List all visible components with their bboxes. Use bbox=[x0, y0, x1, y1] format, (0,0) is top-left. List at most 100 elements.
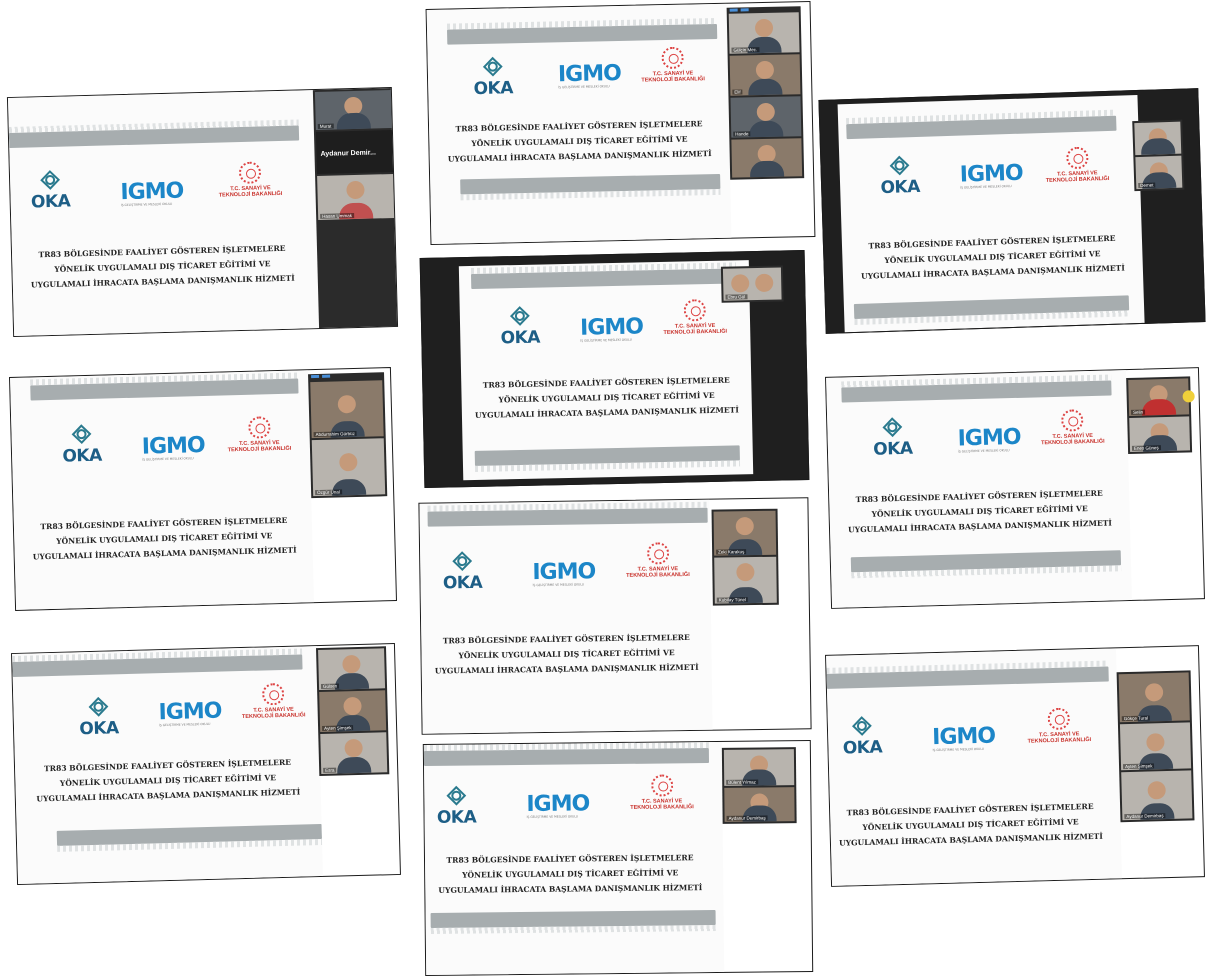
slide-top-band bbox=[841, 380, 1112, 403]
participant-video[interactable]: Ayten Şimşek bbox=[1119, 722, 1192, 771]
participant-video[interactable]: Hande bbox=[730, 96, 802, 138]
oka-emblem-icon bbox=[68, 421, 95, 448]
oka-emblem-icon bbox=[507, 303, 534, 330]
participant-video[interactable]: Ebru Gül bbox=[722, 267, 782, 301]
participant-video[interactable]: Esra bbox=[320, 732, 388, 774]
ministry-seal-icon bbox=[261, 682, 285, 706]
participant-video[interactable]: Kubilay Tünel bbox=[714, 556, 777, 604]
participant-video[interactable]: Selin bbox=[1128, 378, 1190, 416]
ministry-seal-icon bbox=[1047, 707, 1071, 731]
presentation-slide: OKA IGMO İŞ GELİŞTİRME VE MESLEKİ OKULU T… bbox=[423, 741, 725, 977]
ministry-logo: T.C. SANAYİ VE TEKNOLOJİ BAKANLIĞI bbox=[637, 46, 708, 84]
meeting-screenshot-7: OKA IGMO İŞ GELİŞTİRME VE MESLEKİ OKULU T… bbox=[418, 497, 812, 735]
igmo-logo: IGMO İŞ GELİŞTİRME VE MESLEKİ OKULU bbox=[526, 791, 590, 819]
participant-video[interactable]: Demet bbox=[1135, 155, 1183, 190]
participant-video[interactable]: Gülçin Mec. bbox=[728, 12, 800, 54]
zoom-controls-icon[interactable] bbox=[311, 374, 331, 379]
slide-top-band bbox=[826, 666, 1109, 689]
ministry-logo: T.C. SANAYİ VE TEKNOLOJİ BAKANLIĞI bbox=[660, 299, 731, 336]
participant-video[interactable]: Aydanur Demirbaş bbox=[1121, 770, 1193, 821]
participant-panel: Murat Aydanur Demir... Hasan Ummak bbox=[312, 87, 399, 330]
meeting-screenshot-1: OKA IGMO İŞ GELİŞTİRME VE MESLEKİ OKULU T… bbox=[6, 87, 399, 337]
oka-logo: OKA bbox=[872, 414, 913, 460]
participant-panel: Zeki Karakuş Kubilay Tünel bbox=[711, 508, 779, 606]
ministry-logo: T.C. SANAYİ VE TEKNOLOJİ BAKANLIĞI bbox=[620, 542, 695, 579]
ministry-seal-icon bbox=[1060, 409, 1084, 432]
ministry-seal-icon bbox=[238, 161, 262, 185]
presentation-slide: OKA IGMO İŞ GELİŞTİRME VE MESLEKİ OKULU T… bbox=[426, 3, 732, 246]
igmo-logo: IGMO İŞ GELİŞTİRME VE MESLEKİ OKULU bbox=[532, 559, 596, 588]
slide-title: TR83 BÖLGESİNDE FAALİYET GÖSTEREN İŞLETM… bbox=[30, 243, 295, 290]
participant-panel: Selin Enes Güneş bbox=[1126, 376, 1193, 455]
igmo-logo: IGMO İŞ GELİŞTİRME VE MESLEKİ OKULU bbox=[579, 314, 644, 343]
participant-video[interactable]: Abdurrahim Gürbüz bbox=[310, 380, 384, 439]
participant-panel: Bülent Yılmaz Aydanur Demirbaş bbox=[721, 747, 797, 824]
slide-top-band bbox=[470, 268, 737, 289]
oka-logo: OKA bbox=[442, 548, 483, 593]
participant-video[interactable]: Aydanur Demirbaş bbox=[724, 787, 795, 822]
participant-video[interactable]: Aydanur Demir... bbox=[315, 130, 394, 174]
participant-video[interactable]: Gökçe Tural bbox=[1118, 672, 1190, 723]
participant-video[interactable]: Bülent Yılmaz bbox=[723, 749, 795, 786]
participant-video[interactable]: Gülsen bbox=[318, 648, 386, 691]
ministry-seal-icon bbox=[683, 299, 707, 322]
ministry-logo: T.C. SANAYİ VE TEKNOLOJİ BAKANLIĞI bbox=[624, 774, 699, 811]
participant-video[interactable]: Enes Güneş bbox=[1129, 416, 1191, 452]
slide-title: TR83 BÖLGESİNDE FAALİYET GÖSTEREN İŞLETM… bbox=[36, 757, 301, 804]
oka-logo: OKA bbox=[500, 303, 541, 348]
participant-video[interactable] bbox=[1134, 121, 1182, 156]
oka-emblem-icon bbox=[37, 167, 64, 194]
oka-logo: OKA bbox=[436, 782, 476, 828]
participant-video[interactable]: Özgür Ünal bbox=[311, 438, 386, 497]
oka-logo: OKA bbox=[842, 712, 883, 758]
meeting-screenshot-10: OKA IGMO İŞ GELİŞTİRME VE MESLEKİ OKULU T… bbox=[825, 645, 1205, 887]
oka-emblem-icon bbox=[879, 414, 906, 441]
participant-panel: Abdurrahim Gürbüz Özgür Ünal bbox=[308, 372, 388, 499]
meeting-screenshot-9: OKA IGMO İŞ GELİŞTİRME VE MESLEKİ OKULU T… bbox=[422, 739, 814, 977]
igmo-logo: IGMO İŞ GELİŞTİRME VE MESLEKİ OKULU bbox=[141, 432, 206, 462]
participant-video[interactable] bbox=[731, 138, 803, 178]
igmo-logo: IGMO İŞ GELİŞTİRME VE MESLEKİ OKULU bbox=[931, 723, 996, 753]
presentation-slide: OKA IGMO İŞ GELİŞTİRME VE MESLEKİ OKULU T… bbox=[7, 90, 320, 337]
ministry-seal-icon bbox=[661, 46, 684, 70]
participant-video[interactable]: Ayten Şimşek bbox=[319, 690, 387, 732]
participant-video[interactable]: Murat bbox=[314, 90, 392, 131]
presentation-slide: OKA IGMO İŞ GELİŞTİRME VE MESLEKİ OKULU T… bbox=[12, 646, 324, 885]
oka-emblem-icon bbox=[886, 152, 913, 179]
participant-video[interactable]: Hasan Ummak bbox=[317, 173, 395, 220]
slide-top-band bbox=[30, 378, 299, 401]
oka-emblem-icon bbox=[85, 693, 112, 720]
participant-video[interactable]: Zeki Karakuş bbox=[713, 510, 777, 556]
ministry-seal-icon bbox=[1065, 146, 1089, 170]
ministry-logo: T.C. SANAYİ VE TEKNOLOJİ BAKANLIĞI bbox=[1037, 409, 1108, 447]
zoom-controls-icon[interactable] bbox=[729, 8, 749, 12]
participant-video[interactable]: Elif bbox=[729, 54, 801, 96]
slide-top-band bbox=[846, 115, 1117, 140]
slide-bottom-band bbox=[56, 823, 323, 846]
slide-top-band bbox=[8, 125, 300, 149]
slide-title: TR83 BÖLGESİNDE FAALİYET GÖSTEREN İŞLETM… bbox=[474, 375, 739, 420]
presentation-slide: OKA IGMO İŞ GELİŞTİRME VE MESLEKİ OKULU T… bbox=[458, 260, 754, 481]
presentation-slide: OKA IGMO İŞ GELİŞTİRME VE MESLEKİ OKULU T… bbox=[837, 95, 1145, 333]
slide-bottom-band bbox=[474, 445, 740, 466]
presentation-slide: OKA IGMO İŞ GELİŞTİRME VE MESLEKİ OKULU T… bbox=[826, 648, 1123, 887]
slide-top-band bbox=[447, 23, 718, 45]
ministry-seal-icon bbox=[646, 542, 669, 565]
ministry-logo: T.C. SANAYİ VE TEKNOLOJİ BAKANLIĞI bbox=[238, 682, 309, 720]
ministry-logo: T.C. SANAYİ VE TEKNOLOJİ BAKANLIĞI bbox=[221, 416, 297, 454]
oka-logo: OKA bbox=[30, 166, 71, 212]
slide-title: TR83 BÖLGESİNDE FAALİYET GÖSTEREN İŞLETM… bbox=[860, 233, 1125, 281]
oka-emblem-icon bbox=[480, 53, 507, 80]
presentation-slide: OKA IGMO İŞ GELİŞTİRME VE MESLEKİ OKULU T… bbox=[10, 370, 315, 611]
slide-top-band bbox=[427, 507, 708, 527]
slide-title: TR83 BÖLGESİNDE FAALİYET GÖSTEREN İŞLETM… bbox=[447, 119, 712, 164]
igmo-logo: IGMO İŞ GELİŞTİRME VE MESLEKİ OKULU bbox=[957, 424, 1021, 454]
participant-panel: Gülçin Mec. Elif Hande bbox=[726, 6, 805, 180]
meeting-screenshot-5: OKA IGMO İŞ GELİŞTİRME VE MESLEKİ OKULU T… bbox=[9, 367, 397, 611]
meeting-screenshot-8: OKA IGMO İŞ GELİŞTİRME VE MESLEKİ OKULU T… bbox=[11, 643, 401, 885]
slide-bottom-band bbox=[460, 173, 721, 195]
slide-title: TR83 BÖLGESİNDE FAALİYET GÖSTEREN İŞLETM… bbox=[438, 853, 703, 895]
presentation-slide: OKA IGMO İŞ GELİŞTİRME VE MESLEKİ OKULU T… bbox=[826, 370, 1133, 609]
ministry-seal-icon bbox=[247, 416, 271, 439]
presentation-slide: OKA IGMO İŞ GELİŞTİRME VE MESLEKİ OKULU T… bbox=[419, 499, 713, 735]
